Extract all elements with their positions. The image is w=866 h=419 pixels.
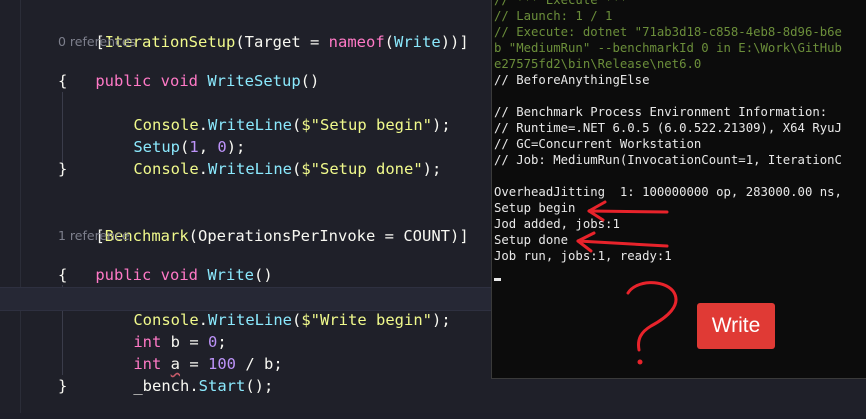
statement-end: ); [432,311,451,329]
dot: . [198,160,208,178]
console-line: // Benchmark Process Environment Informa… [494,105,828,119]
console-line: // GC=Concurrent Workstation [494,137,702,151]
paren: ( [292,116,302,134]
code-line-console-setup-begin[interactable]: Console.WriteLine($"Setup begin"); [96,92,450,134]
string-literal: $"Write begin" [301,311,432,329]
console-line: // Execute: dotnet "71ab3d18-c858-4eb8-8… [494,25,842,39]
console-line: // Launch: 1 / 1 [494,9,613,23]
string-literal: $"Setup done" [301,160,423,178]
code-line-iterationsetup-attribute[interactable]: [IterationSetup(Target = nameof(Write))] [58,9,468,51]
paren: ( [384,33,395,51]
code-line-int-b[interactable]: int b = 0; [96,309,226,351]
paren: ( [292,311,302,329]
field-reference: _bench [133,377,190,395]
method-reference: Write [394,33,441,51]
bracket-close: ))] [440,33,469,51]
void-keyword: void [160,266,198,284]
class-name: Console [133,160,199,178]
code-line-brace-close[interactable]: } [58,158,67,180]
brace: { [58,266,68,284]
public-keyword: public [95,266,152,284]
console-line: Setup done [494,233,569,247]
console-line: // Runtime=.NET 6.0.5 (6.0.522.21309), X… [494,121,842,135]
console-line: b "MediumRun" --benchmarkId 0 in E:\Work… [494,41,842,55]
code-line-brace-open[interactable]: { [58,264,67,286]
brace: } [58,377,68,395]
method-call: Start [198,377,246,395]
statement-end: ); [432,116,451,134]
void-keyword: void [160,72,198,90]
code-line-brace-close[interactable]: } [58,375,67,397]
write-annotation-label: Write [697,303,775,349]
nameof-keyword: nameof [328,33,385,51]
console-line: Setup begin [494,201,576,215]
paren: ( [292,160,302,178]
console-line: // Job: MediumRun(InvocationCount=1, Ite… [494,153,842,167]
constant-reference: COUNT [403,227,450,245]
code-line-int-a[interactable]: int a = 100 / b; [96,331,282,373]
code-line-bench-start[interactable]: _bench.Start(); [96,353,273,395]
brace: { [58,72,68,90]
console-line: // *** Execute *** [494,0,628,7]
equals: = [375,227,404,245]
method-name: WriteSetup [207,72,301,90]
public-keyword: public [95,72,152,90]
method-call: WriteLine [208,160,292,178]
method-name: Write [207,266,255,284]
code-line-writesetup-signature[interactable]: public void WriteSetup() [58,48,319,90]
console-window[interactable]: // *** Execute *** // Launch: 1 / 1 // Exe… [491,0,866,379]
brace: } [58,160,68,178]
parens: () [300,72,320,90]
code-line-console-setup-done[interactable]: Console.WriteLine($"Setup done"); [96,136,441,178]
string-literal: $"Setup begin" [301,116,432,134]
console-line: // BeforeAnythingElse [494,73,650,87]
gutter-divider [20,0,21,413]
statement-end: ; [273,355,283,373]
console-line: e27575fd2\bin\Release\net6.0 [494,57,702,71]
code-line-brace-open[interactable]: { [58,70,67,92]
code-line-setup-call[interactable]: Setup(1, 0); [96,114,245,156]
bracket-close: )] [450,227,469,245]
console-line: OverheadJitting 1: 100000000 op, 283000.… [494,185,842,199]
dot: . [189,377,199,395]
code-line-console-write-begin[interactable]: Console.WriteLine($"Write begin"); [96,287,450,329]
console-line: Job run, jobs:1, ready:1 [494,249,672,263]
console-cursor [494,278,501,281]
code-line-benchmark-attribute[interactable]: [Benchmark(OperationsPerInvoke = COUNT)] [58,203,468,245]
statement-end: (); [245,377,274,395]
parens: () [254,266,273,284]
statement-end: ); [422,160,442,178]
code-line-write-signature[interactable]: public void Write() [58,242,272,284]
console-line: Jod added, jobs:1 [494,217,620,231]
